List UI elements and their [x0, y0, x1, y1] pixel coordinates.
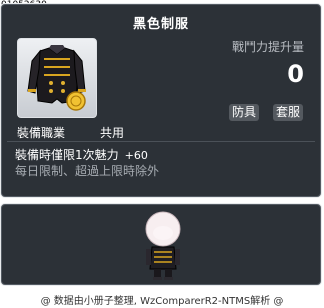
combat-power-value: 0: [287, 60, 304, 88]
uniform-icon: [27, 45, 86, 111]
character-avatar: [145, 211, 181, 280]
job-label: 裝備職業: [17, 126, 66, 140]
divider: [7, 141, 315, 142]
combat-power-label: 戰鬥力提升量: [231, 40, 304, 54]
effect-text: 裝備時僅限1次魅力: [15, 148, 119, 162]
effect-line: 裝備時僅限1次魅力 +60: [15, 146, 148, 163]
item-tooltip-panel: 黑色制服 戰鬥力提升量 0 防具 套服 裝備職業 共用 裝備時僅限1次魅力 +6…: [0, 3, 322, 198]
effect-bonus: +60: [124, 149, 148, 162]
item-icon-frame: [17, 38, 97, 118]
limit-text: 每日限制、超過上限時除外: [15, 164, 160, 178]
tag-set: 套服: [273, 104, 304, 121]
credit-footer: @ 数据由小册子整理, WzComparerR2-NTMS解析 @: [40, 296, 284, 307]
job-value: 共用: [100, 126, 125, 140]
tag-armor: 防具: [229, 104, 260, 121]
avatar-preview-panel: [0, 203, 322, 286]
item-title: 黑色制服: [132, 17, 189, 32]
